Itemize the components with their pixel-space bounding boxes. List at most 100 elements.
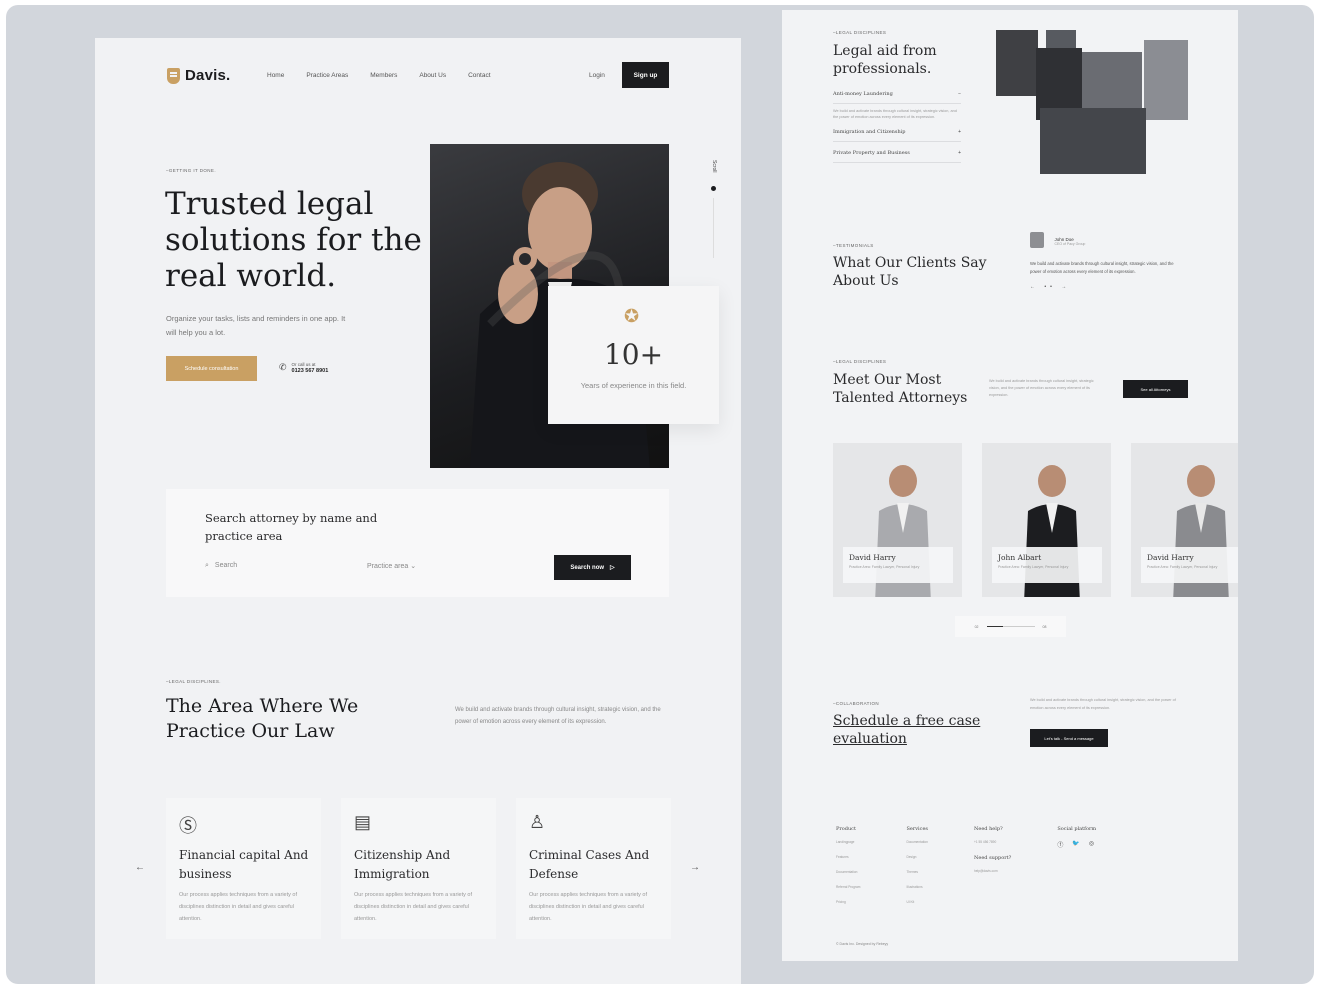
footer-link[interactable]: Referral Program xyxy=(836,885,860,889)
evaluation-description: We build and activate brands through cul… xyxy=(1030,698,1176,710)
experience-number: 10+ xyxy=(603,338,664,371)
nav-contact[interactable]: Contact xyxy=(468,72,490,79)
nav-practice-areas[interactable]: Practice Areas xyxy=(306,72,348,79)
attorney-role: Practice Area: Family Lawyer, Personal I… xyxy=(1147,565,1218,569)
twitter-icon[interactable]: 🐦 xyxy=(1072,840,1079,849)
footer: Product Landingpage Features Documentati… xyxy=(836,826,1096,915)
legal-aid-eyebrow: –LEGAL DISCIPLINES xyxy=(833,30,887,35)
practice-card-criminal[interactable]: ♙ Criminal Cases And Defense Our process… xyxy=(516,798,671,939)
call-number: 0123 567 8901 xyxy=(291,368,329,374)
attorney-slider[interactable]: 02 08 xyxy=(955,616,1066,637)
search-input[interactable]: ⌕ Search xyxy=(205,562,237,570)
card-title: Financial capital And business xyxy=(179,848,309,881)
practice-area-select[interactable]: Practice area ⌄ xyxy=(367,562,416,570)
login-link[interactable]: Login xyxy=(589,72,605,79)
attorney-search-panel: Search attorney by name and practice are… xyxy=(166,489,669,597)
footer-heading: Services xyxy=(906,826,928,832)
homepage-right: –LEGAL DISCIPLINES Legal aid from profes… xyxy=(782,10,1238,961)
footer-heading: Need help? xyxy=(973,826,1003,832)
plus-icon: + xyxy=(958,150,961,156)
accordion-label: Private Property and Business xyxy=(833,150,910,156)
footer-link[interactable]: Features xyxy=(836,855,860,859)
slider-end: 08 xyxy=(1042,624,1047,629)
accordion-item[interactable]: Anti-money Laundering − xyxy=(833,91,961,104)
footer-column-services: Services Documentation Design Themes Ill… xyxy=(906,826,928,915)
footer-link[interactable]: UI Kit xyxy=(906,900,928,904)
testimonial-quote: We build and activate brands through cul… xyxy=(1030,261,1174,274)
attorney-card[interactable]: David Harry Practice Area: Family Lawyer… xyxy=(1131,443,1238,597)
phone-icon: ✆ xyxy=(279,362,287,372)
call-label: Or call us at xyxy=(291,362,316,367)
evaluation-title[interactable]: Schedule a free case evaluation xyxy=(833,712,1003,748)
footer-link[interactable]: Themes xyxy=(906,870,928,874)
footer-heading: Need support? xyxy=(973,855,1012,861)
footer-phone[interactable]: +1 55 456 7890 xyxy=(974,840,1011,844)
chevron-down-icon: ⌄ xyxy=(410,563,417,570)
search-icon: ⌕ xyxy=(205,562,209,569)
accordion-item[interactable]: Immigration and Citizenship + xyxy=(833,129,961,142)
testimonial-pager[interactable]: ← •• → xyxy=(1030,284,1185,290)
see-all-attorneys-button[interactable]: See all Attorneys xyxy=(1123,380,1188,398)
practice-cards: Ⓢ Financial capital And business Our pro… xyxy=(166,798,671,939)
send-message-button[interactable]: Let's talk - Send a message xyxy=(1030,729,1108,747)
nav-members[interactable]: Members xyxy=(370,72,397,79)
footer-link[interactable]: Design xyxy=(906,855,928,859)
nav-about-us[interactable]: About Us xyxy=(419,72,446,79)
attorneys-eyebrow: –LEGAL DISCIPLINES xyxy=(833,359,887,364)
footer-column-product: Product Landingpage Features Documentati… xyxy=(836,826,860,915)
footer-link[interactable]: Illustrations xyxy=(906,885,928,889)
footer-heading: Product xyxy=(836,826,856,832)
instagram-icon[interactable]: ◎ xyxy=(1089,840,1094,849)
practice-title: The Area Where We Practice Our Law xyxy=(166,695,359,742)
passport-icon: ▤ xyxy=(354,812,372,832)
call-info[interactable]: ✆ Or call us at 0123 567 8901 xyxy=(279,361,328,374)
scroll-indicator-label: Scroll xyxy=(711,160,717,173)
evaluation-eyebrow: –COLLABORATION xyxy=(833,701,880,706)
nav-home[interactable]: Home xyxy=(267,72,284,79)
accordion-label: Immigration and Citizenship xyxy=(833,129,906,135)
slider-start: 02 xyxy=(974,624,979,629)
slider-track[interactable] xyxy=(986,626,1035,627)
search-placeholder: Search xyxy=(214,562,238,569)
testimonials-eyebrow: –TESTIMONIALS xyxy=(833,243,874,248)
logo[interactable]: Davis. xyxy=(167,67,230,84)
schedule-consultation-button[interactable]: Schedule consultation xyxy=(166,356,257,381)
avatar xyxy=(1030,232,1044,248)
scroll-indicator-line xyxy=(713,198,714,258)
search-now-label: Search now xyxy=(570,564,605,571)
team-photo-collage xyxy=(996,30,1189,174)
practice-area-label: Practice area xyxy=(367,563,409,570)
card-description: Our process applies techniques from a va… xyxy=(354,892,473,922)
search-title: Search attorney by name and practice are… xyxy=(205,511,378,543)
footer-email[interactable]: help@davis.com xyxy=(974,869,1011,873)
dollar-icon: Ⓢ xyxy=(179,816,197,836)
accordion-item[interactable]: Private Property and Business + xyxy=(833,150,961,163)
footer-link[interactable]: Pricing xyxy=(836,900,860,904)
attorney-name: David Harry xyxy=(849,553,896,562)
award-icon: ✪ xyxy=(624,306,640,326)
homepage-left: Davis. Home Practice Areas Members About… xyxy=(95,38,741,984)
user-shield-icon: ♙ xyxy=(529,812,546,832)
footer-column-social: Social platform ⓕ 🐦 ◎ xyxy=(1057,826,1096,915)
footer-link[interactable]: Landingpage xyxy=(836,840,860,844)
card-description: Our process applies techniques from a va… xyxy=(529,892,648,922)
footer-link[interactable]: Documentation xyxy=(906,840,928,844)
search-now-button[interactable]: Search now ▷ xyxy=(554,555,631,580)
attorneys-description: We build and activate brands through cul… xyxy=(989,379,1094,397)
attorney-role: Practice Area: Family Lawyer, Personal I… xyxy=(998,565,1069,569)
arrow-right-icon[interactable]: → xyxy=(690,862,700,873)
signup-button[interactable]: Sign up xyxy=(622,62,669,88)
facebook-icon[interactable]: ⓕ xyxy=(1057,840,1063,849)
card-title: Citizenship And Immigration xyxy=(354,848,451,881)
footer-link[interactable]: Documentation xyxy=(836,870,860,874)
accordion-label: Anti-money Laundering xyxy=(833,91,893,97)
practice-card-financial[interactable]: Ⓢ Financial capital And business Our pro… xyxy=(166,798,321,939)
play-arrow-icon: ▷ xyxy=(610,565,615,571)
canvas-background: Davis. Home Practice Areas Members About… xyxy=(6,5,1314,984)
scroll-indicator-dot xyxy=(711,186,716,191)
attorney-card[interactable]: John Albart Practice Area: Family Lawyer… xyxy=(982,443,1111,597)
arrow-left-icon[interactable]: ← xyxy=(135,862,145,873)
plus-icon: + xyxy=(958,129,961,135)
attorney-card[interactable]: David Harry Practice Area: Family Lawyer… xyxy=(833,443,962,597)
practice-card-immigration[interactable]: ▤ Citizenship And Immigration Our proces… xyxy=(341,798,496,939)
